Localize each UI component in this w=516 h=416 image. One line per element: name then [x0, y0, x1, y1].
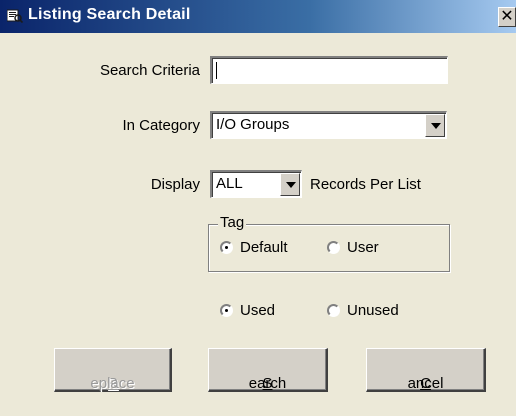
radio-unselected-icon	[327, 304, 340, 317]
in-category-label: In Category	[122, 117, 200, 134]
close-button[interactable]: ✕	[498, 7, 516, 27]
records-per-list-label: Records Per List	[310, 176, 421, 193]
in-category-value: I/O Groups	[216, 116, 290, 133]
replace-button[interactable]: Replace	[54, 348, 172, 392]
window-title: Listing Search Detail	[28, 6, 191, 23]
display-select[interactable]: ALL	[210, 170, 302, 198]
dialog-window: Listing Search Detail ✕ Search Criteria …	[0, 0, 516, 416]
tag-default-radio[interactable]: Default	[220, 239, 310, 259]
tag-user-radio[interactable]: User	[327, 239, 407, 259]
search-criteria-label: Search Criteria	[99, 62, 200, 79]
chevron-down-icon[interactable]	[425, 114, 445, 137]
search-button[interactable]: Search	[208, 348, 328, 392]
title-bar[interactable]: Listing Search Detail ✕	[0, 0, 516, 33]
close-icon: ✕	[500, 8, 514, 25]
unused-radio[interactable]: Unused	[327, 302, 417, 322]
chevron-down-icon[interactable]	[280, 173, 300, 196]
tag-legend: Tag	[218, 214, 247, 231]
radio-selected-icon	[220, 241, 233, 254]
listing-icon	[7, 9, 23, 23]
display-value: ALL	[216, 175, 243, 192]
display-label: Display	[150, 176, 200, 193]
cancel-button[interactable]: Cancel	[366, 348, 486, 392]
radio-selected-icon	[220, 304, 233, 317]
search-criteria-input[interactable]	[210, 56, 448, 84]
radio-unselected-icon	[327, 241, 340, 254]
used-radio[interactable]: Used	[220, 302, 300, 322]
text-caret	[216, 61, 217, 79]
in-category-select[interactable]: I/O Groups	[210, 111, 447, 139]
